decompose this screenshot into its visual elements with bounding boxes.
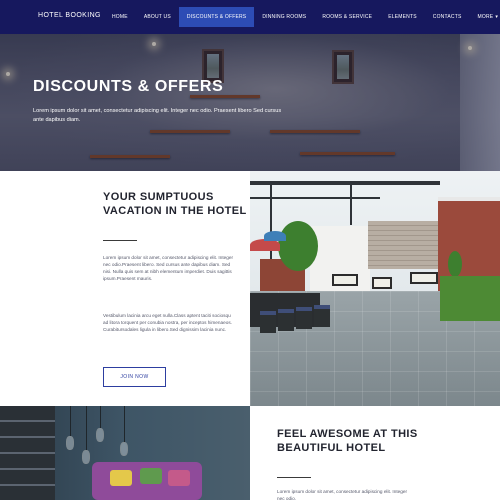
lounge-chair-image bbox=[332, 274, 358, 286]
wood-wall-image bbox=[368, 221, 438, 269]
pendant-lamp-image bbox=[66, 436, 74, 450]
tree-image bbox=[278, 221, 318, 271]
nav-label: DISCOUNTS & OFFERS bbox=[186, 14, 247, 20]
nav-item-discounts-offers[interactable]: DISCOUNTS & OFFERS bbox=[178, 7, 255, 27]
chair-image bbox=[260, 311, 276, 333]
heading-divider bbox=[277, 477, 311, 478]
bookshelf-image bbox=[0, 406, 55, 500]
brand-logo[interactable]: HOTEL BOOKING bbox=[38, 12, 101, 19]
join-now-button[interactable]: JOIN NOW bbox=[103, 367, 166, 387]
patio-image bbox=[250, 171, 500, 406]
section-paragraph: Lorem ipsum dolor sit amet, consectetur … bbox=[277, 489, 408, 500]
nav-item-about-us[interactable]: ABOUT US bbox=[136, 7, 179, 27]
coffee-table-image bbox=[372, 277, 392, 289]
nav-label: ABOUT US bbox=[143, 14, 171, 20]
lawn-image bbox=[440, 276, 500, 321]
nav-label: DINNING ROOMS bbox=[262, 14, 307, 20]
pergola-post-image bbox=[350, 185, 352, 225]
nav-item-home[interactable]: HOME bbox=[104, 7, 136, 27]
hero-overlay bbox=[0, 34, 500, 171]
nav-item-contacts[interactable]: CONTACTS bbox=[425, 7, 470, 27]
pendant-lamp-image bbox=[82, 450, 90, 464]
chair-image bbox=[278, 309, 294, 331]
nav-item-dinning-rooms[interactable]: DINNING ROOMS bbox=[254, 7, 314, 27]
nav-item-more[interactable]: MORE ▾ bbox=[470, 7, 500, 27]
lounge-chair-image bbox=[410, 272, 438, 284]
pendant-cord-image bbox=[100, 406, 101, 428]
pergola-beam-image bbox=[250, 181, 440, 185]
cushion-image bbox=[168, 470, 190, 486]
section-heading: YOUR SUMPTUOUS VACATION IN THE HOTEL bbox=[103, 191, 247, 217]
nav-label: CONTACTS bbox=[432, 14, 462, 20]
cushion-image bbox=[110, 470, 132, 486]
nav-label: HOME bbox=[112, 14, 128, 20]
chair-image bbox=[314, 305, 330, 327]
pergola-beam-image bbox=[250, 197, 380, 199]
section-paragraph: Lorem ipsum dolor sit amet, consectetur … bbox=[103, 255, 234, 281]
pendant-cord-image bbox=[86, 406, 87, 450]
pendant-cord-image bbox=[124, 406, 125, 442]
top-navbar: HOTEL BOOKING HOME ABOUT US DISCOUNTS & … bbox=[0, 0, 500, 34]
nav-label: ELEMENTS bbox=[388, 14, 417, 20]
main-menu: HOME ABOUT US DISCOUNTS & OFFERS DINNING… bbox=[104, 7, 500, 27]
pendant-lamp-image bbox=[96, 428, 104, 442]
section-heading: FEEL AWESOME AT THIS BEAUTIFUL HOTEL bbox=[277, 428, 418, 454]
section-paragraph: Vestibulum lacinia arcu eget nulla.Class… bbox=[103, 313, 232, 332]
pendant-cord-image bbox=[70, 406, 71, 436]
nav-label: ROOMS & SERVICE bbox=[322, 14, 373, 20]
page-title: DISCOUNTS & OFFERS bbox=[33, 78, 224, 95]
cushion-image bbox=[140, 468, 162, 484]
chair-image bbox=[296, 307, 312, 329]
umbrella-image bbox=[264, 231, 286, 241]
nav-item-rooms-service[interactable]: ROOMS & SERVICE bbox=[314, 7, 380, 27]
nav-item-elements[interactable]: ELEMENTS bbox=[380, 7, 425, 27]
hero-banner: DISCOUNTS & OFFERS Lorem ipsum dolor sit… bbox=[0, 34, 500, 171]
hero-description: Lorem ipsum dolor sit amet, consectetur … bbox=[33, 108, 282, 123]
chevron-down-icon: ▾ bbox=[495, 14, 499, 20]
nav-label: MORE bbox=[477, 14, 494, 20]
plant-image bbox=[448, 251, 462, 277]
pendant-lamp-image bbox=[120, 442, 128, 456]
heading-divider bbox=[103, 240, 137, 241]
